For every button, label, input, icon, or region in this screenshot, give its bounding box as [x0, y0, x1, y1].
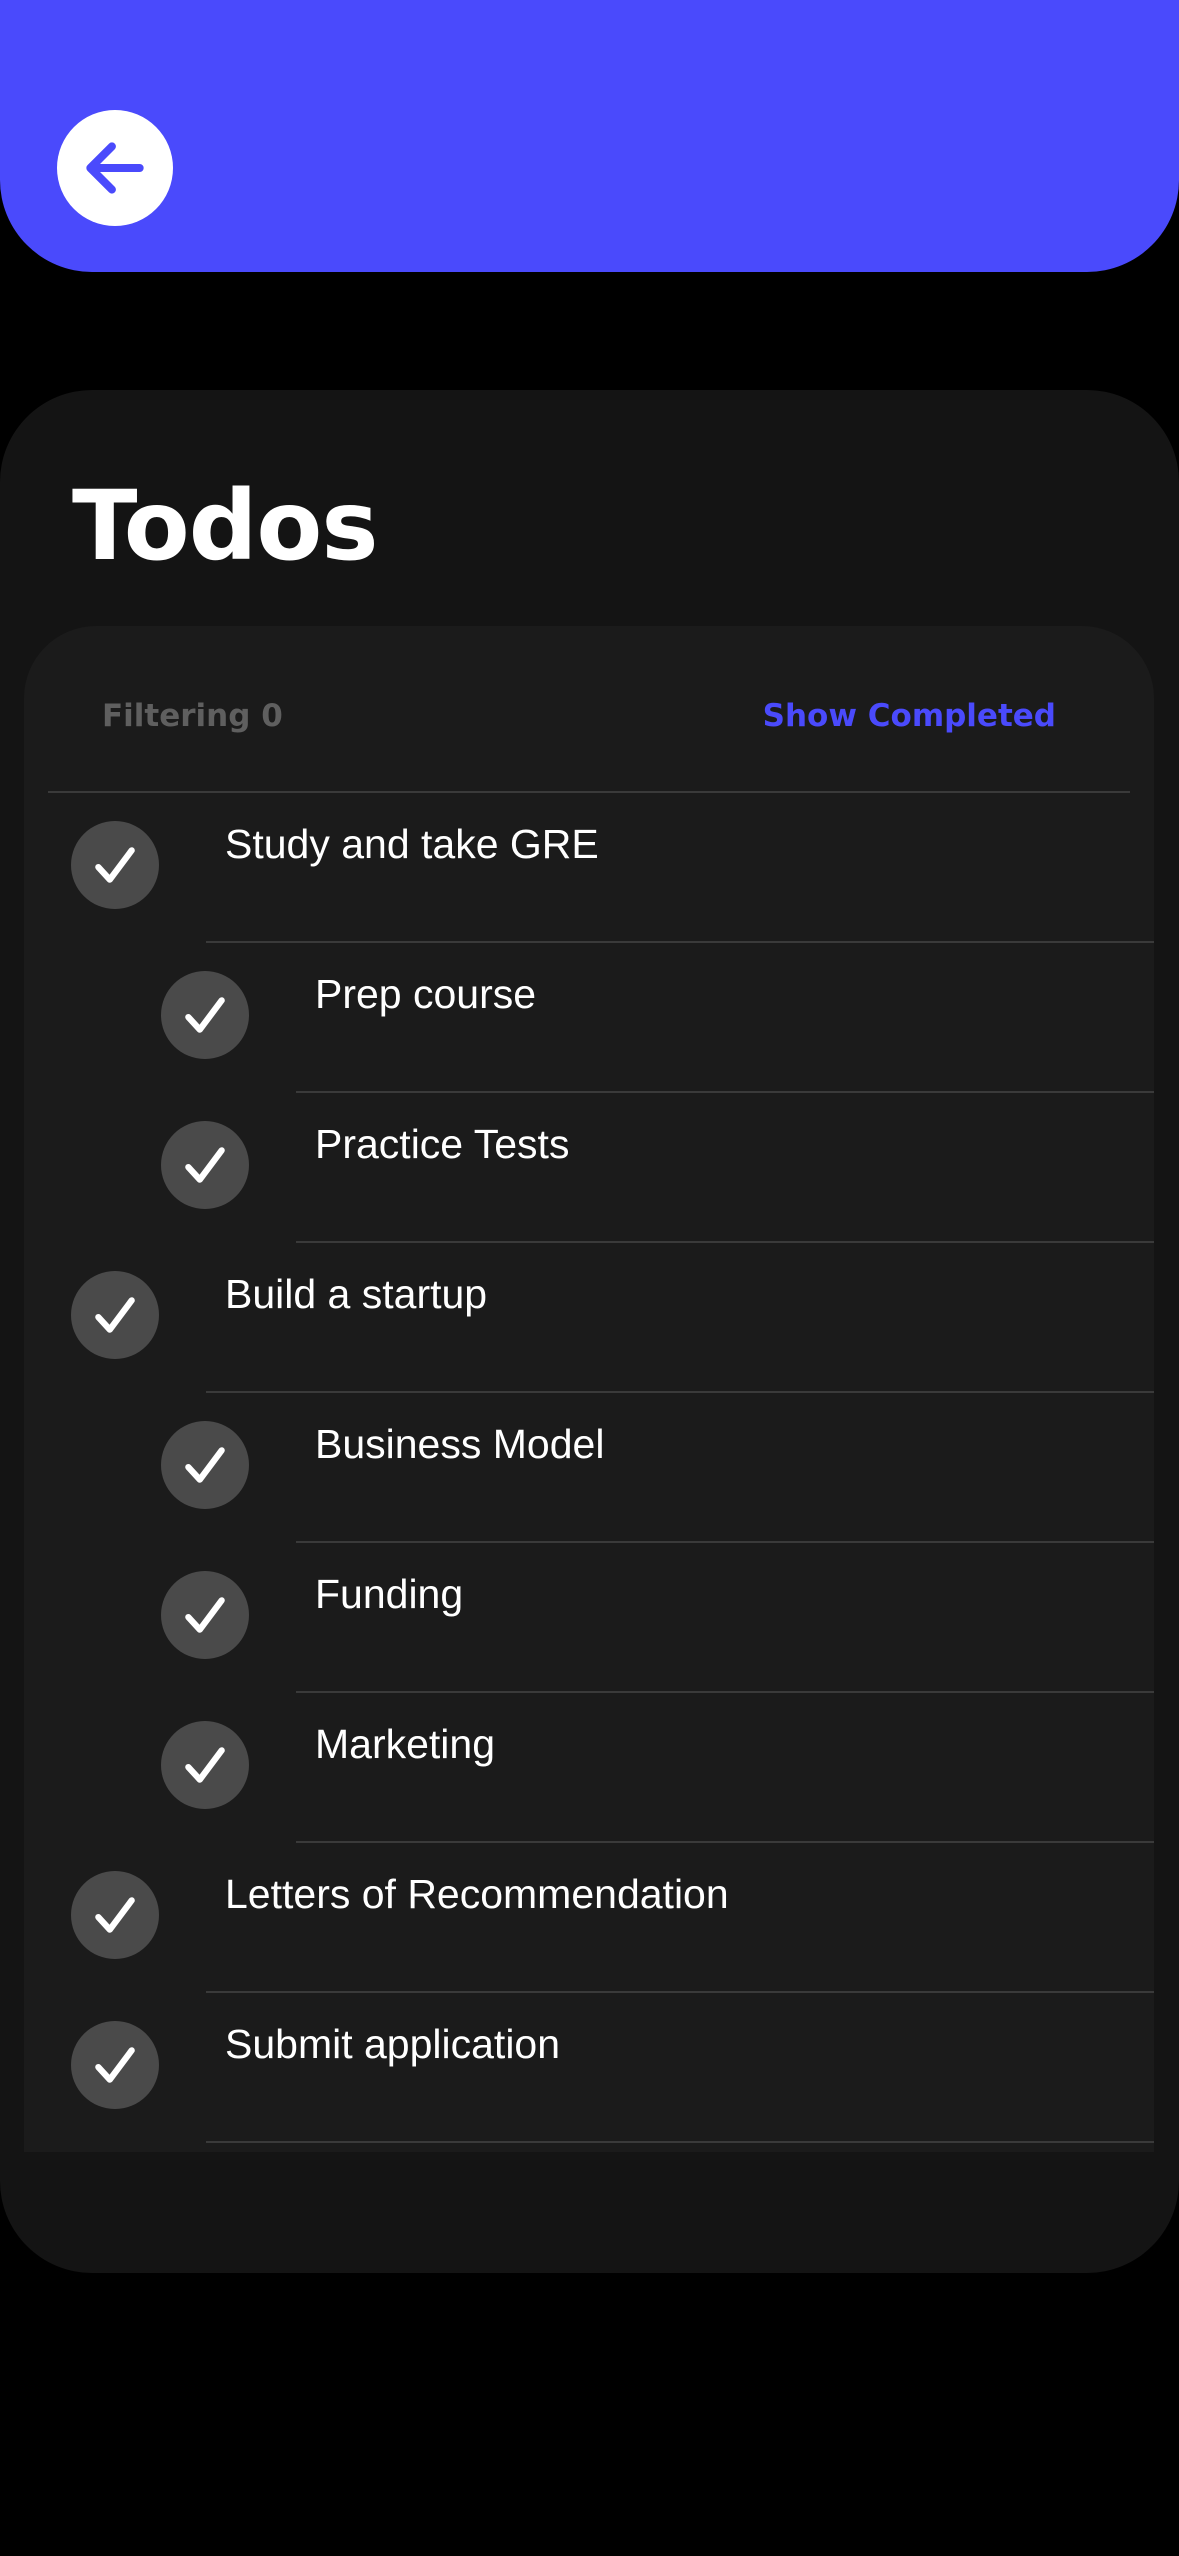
show-completed-button[interactable]: Show Completed	[763, 698, 1056, 734]
todo-item-label: Study and take GRE	[225, 821, 599, 867]
todo-item-label: Prep course	[315, 971, 537, 1017]
todo-item-label: Build a startup	[225, 1271, 488, 1317]
arrow-left-icon	[86, 142, 144, 194]
checkmark-toggle[interactable]	[161, 971, 249, 1059]
checkmark-toggle[interactable]	[71, 821, 159, 909]
top-header	[0, 0, 1179, 272]
checkmark-icon	[95, 1297, 135, 1333]
checkmark-toggle[interactable]	[161, 1121, 249, 1209]
todo-item-label: Letters of Recommendation	[225, 1871, 729, 1917]
todo-item[interactable]: Letters of Recommendation	[24, 1843, 1154, 1993]
todo-subitem[interactable]: Funding	[24, 1543, 1154, 1693]
checkmark-toggle[interactable]	[71, 2021, 159, 2109]
todo-subitem[interactable]: Prep course	[24, 943, 1154, 1093]
checkmark-toggle[interactable]	[161, 1421, 249, 1509]
checkmark-icon	[185, 1597, 225, 1633]
todo-subitem[interactable]: Business Model	[24, 1393, 1154, 1543]
todo-item[interactable]: Submit application	[24, 1993, 1154, 2143]
checkmark-toggle[interactable]	[71, 1871, 159, 1959]
checkmark-icon	[95, 1897, 135, 1933]
back-button[interactable]	[57, 110, 173, 226]
todo-subitem[interactable]: Practice Tests	[24, 1093, 1154, 1243]
todo-item[interactable]: Study and take GRE	[24, 793, 1154, 943]
todo-item-label: Practice Tests	[315, 1121, 570, 1167]
checkmark-icon	[95, 847, 135, 883]
page-title: Todos	[72, 470, 378, 582]
checkmark-icon	[185, 1147, 225, 1183]
checkmark-icon	[185, 1747, 225, 1783]
todo-list-panel: Filtering 0 Show Completed Study and tak…	[24, 626, 1154, 2152]
todo-item-label: Submit application	[225, 2021, 561, 2067]
todo-subitem[interactable]: Marketing	[24, 1693, 1154, 1843]
todo-item-label: Marketing	[315, 1721, 496, 1767]
todo-item[interactable]: Build a startup	[24, 1243, 1154, 1393]
checkmark-icon	[95, 2047, 135, 2083]
checkmark-toggle[interactable]	[71, 1271, 159, 1359]
checkmark-icon	[185, 997, 225, 1033]
filter-count-label: Filtering 0	[102, 698, 283, 734]
todo-item-label: Business Model	[315, 1421, 605, 1467]
filter-bar: Filtering 0 Show Completed	[24, 626, 1154, 793]
checkmark-toggle[interactable]	[161, 1721, 249, 1809]
divider	[206, 2141, 1154, 2143]
todo-item-label: Funding	[315, 1571, 464, 1617]
checkmark-icon	[185, 1447, 225, 1483]
checkmark-toggle[interactable]	[161, 1571, 249, 1659]
